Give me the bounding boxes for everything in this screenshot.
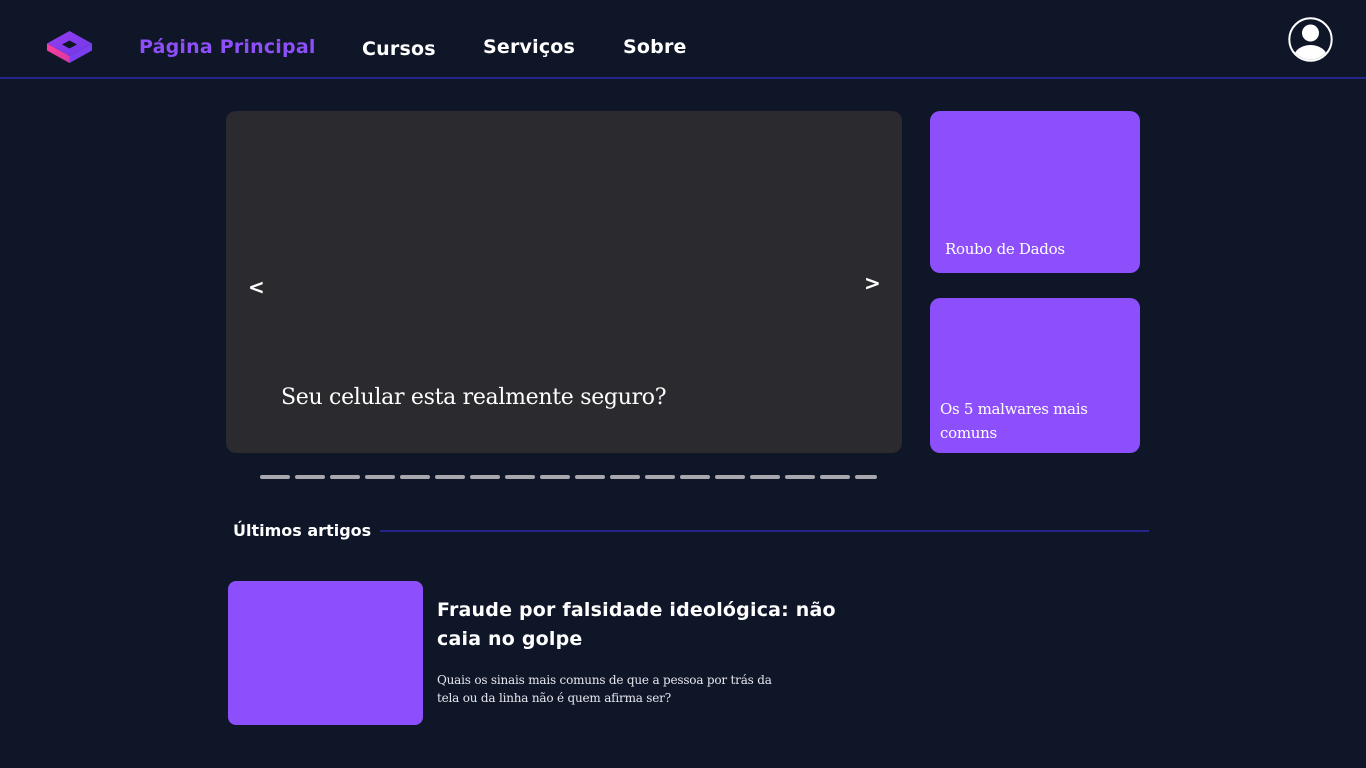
carousel-indicator[interactable] <box>610 475 640 479</box>
carousel-indicator[interactable] <box>470 475 500 479</box>
carousel-indicator[interactable] <box>715 475 745 479</box>
article-excerpt: Quais os sinais mais comuns de que a pes… <box>437 673 772 705</box>
nav-cursos-link[interactable]: Cursos <box>362 36 436 62</box>
carousel-indicator[interactable] <box>855 475 877 479</box>
carousel-indicator[interactable] <box>575 475 605 479</box>
carousel-indicator[interactable] <box>785 475 815 479</box>
side-card-title: Roubo de Dados <box>945 240 1065 258</box>
carousel-indicator[interactable] <box>330 475 360 479</box>
article-thumbnail[interactable] <box>228 581 423 725</box>
carousel-indicator[interactable] <box>435 475 465 479</box>
carousel-indicator[interactable] <box>260 475 290 479</box>
carousel-indicator[interactable] <box>750 475 780 479</box>
carousel-prev-button[interactable]: < <box>248 277 265 297</box>
carousel-indicator[interactable] <box>540 475 570 479</box>
carousel-indicator[interactable] <box>680 475 710 479</box>
side-card-title: Os 5 malwares mais comuns <box>940 400 1088 442</box>
cube-logo-icon[interactable] <box>46 30 93 64</box>
side-card-malwares[interactable]: Os 5 malwares mais comuns <box>930 298 1140 453</box>
carousel-indicator[interactable] <box>645 475 675 479</box>
carousel-indicator[interactable] <box>505 475 535 479</box>
carousel-indicators <box>260 475 880 480</box>
section-divider <box>380 530 1149 532</box>
carousel-indicator[interactable] <box>400 475 430 479</box>
slide-title[interactable]: Seu celular esta realmente seguro? <box>281 383 667 413</box>
carousel-indicator[interactable] <box>295 475 325 479</box>
nav-sobre-link[interactable]: Sobre <box>623 34 687 60</box>
user-circle-icon[interactable] <box>1288 17 1333 62</box>
carousel-indicator[interactable] <box>820 475 850 479</box>
nav-home-link[interactable]: Página Principal <box>139 34 316 60</box>
section-title-latest: Últimos artigos <box>233 521 372 540</box>
side-card-roubo-de-dados[interactable]: Roubo de Dados <box>930 111 1140 273</box>
carousel-indicator[interactable] <box>365 475 395 479</box>
carousel-next-button[interactable]: > <box>864 273 881 293</box>
nav-servicos-link[interactable]: Serviços <box>483 34 575 60</box>
featured-carousel[interactable]: < > Seu celular esta realmente seguro? <box>226 111 902 453</box>
top-navbar: Página Principal Cursos Serviços Sobre <box>0 0 1366 79</box>
article-title[interactable]: Fraude por falsidade ideológica: não cai… <box>437 596 857 654</box>
